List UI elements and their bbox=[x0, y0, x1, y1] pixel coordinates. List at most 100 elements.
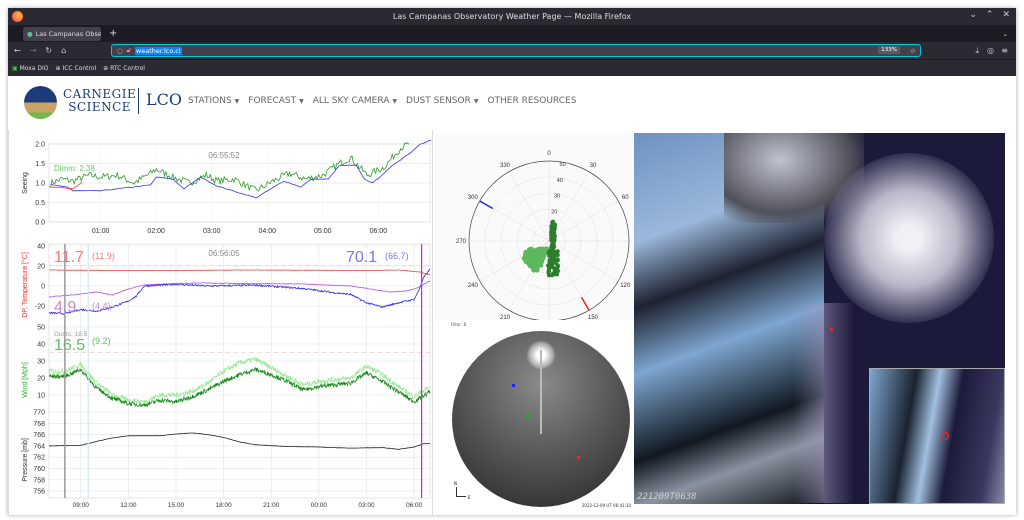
x-tick-label: 18:00 bbox=[215, 502, 232, 509]
zoom-level[interactable]: 133% bbox=[878, 46, 900, 54]
humidity-readout: 70.1 bbox=[346, 249, 377, 266]
rose-point bbox=[535, 268, 540, 273]
rose-point bbox=[556, 263, 560, 267]
blue-marker bbox=[512, 384, 515, 387]
y-tick-label: 1.0 bbox=[35, 181, 45, 188]
bookmark-star-icon[interactable]: ☆ bbox=[910, 47, 916, 55]
favicon-icon: ● bbox=[27, 30, 33, 38]
x-tick-label: 21:00 bbox=[263, 502, 280, 509]
compass-e: E bbox=[468, 495, 471, 500]
url-text[interactable]: weather.lco.cl bbox=[135, 47, 182, 55]
angle-tick-label: 60 bbox=[622, 195, 629, 201]
y-tick-label: 20 bbox=[37, 376, 45, 383]
x-tick-label: 03:00 bbox=[203, 228, 221, 235]
close-button[interactable]: ✕ bbox=[1002, 10, 1010, 20]
rose-point bbox=[533, 258, 538, 263]
angle-tick-label: 30 bbox=[590, 163, 597, 169]
downloads-icon[interactable]: ⤓ bbox=[975, 46, 979, 56]
url-bar[interactable]: ◌ 🔓︎ weather.lco.cl 133% ☆ bbox=[111, 44, 921, 57]
lock-icon: 🔓︎ bbox=[127, 46, 131, 55]
rose-background bbox=[435, 133, 635, 323]
rose-point bbox=[548, 261, 552, 265]
menu-all-sky-camera[interactable]: ALL SKY CAMERA ▼ bbox=[313, 96, 397, 106]
x-tick-label: 06:00 bbox=[406, 502, 423, 509]
compass-n: N bbox=[454, 481, 457, 486]
rose-point bbox=[549, 245, 553, 249]
satellite-timestamp: 221209T0638 bbox=[637, 492, 697, 502]
reload-icon[interactable]: ↻ bbox=[45, 46, 52, 55]
charts-panel: 0.0 0.5 1.0 1.5 2.0 01:00 02:00 03:00 04:00 05:00… bbox=[8, 130, 433, 515]
wind-rose-chart: 030609012015018021024027030033020304050 bbox=[435, 133, 635, 323]
all-sky-image[interactable]: Filter: B N E 2022-12-09 UT 06:41:30 bbox=[438, 320, 633, 505]
satellite-image[interactable]: 221209T0638 bbox=[634, 133, 1005, 504]
filter-label: Filter: B bbox=[451, 322, 466, 327]
bookmark-moxa[interactable]: ▣ Moxa DIO bbox=[12, 65, 49, 72]
rose-point bbox=[556, 269, 560, 273]
pocket-icon[interactable]: ◎ bbox=[987, 46, 994, 55]
red-marker bbox=[577, 456, 580, 459]
y-tick-label: 758 bbox=[33, 477, 45, 484]
new-tab-button[interactable]: + bbox=[109, 28, 117, 39]
rose-point bbox=[531, 254, 536, 259]
y-tick-label: 40 bbox=[37, 342, 45, 349]
menu-icon[interactable]: ≡ bbox=[1001, 46, 1008, 55]
rose-point bbox=[522, 256, 527, 261]
rose-point bbox=[551, 241, 555, 245]
y-tick-label: -20 bbox=[35, 304, 45, 311]
caret-down-icon: ▼ bbox=[392, 98, 397, 105]
rose-point bbox=[527, 247, 532, 252]
x-tick-label: 05:00 bbox=[314, 228, 332, 235]
y-tick-label: 0.0 bbox=[35, 220, 45, 227]
radial-tick-label: 40 bbox=[557, 178, 563, 184]
bookmark-rtc[interactable]: ⊕ RTC Control bbox=[103, 65, 145, 72]
humidity-prev-readout: (66.7) bbox=[385, 251, 409, 261]
firefox-icon bbox=[12, 11, 23, 22]
lco-brand[interactable]: LCO bbox=[146, 90, 182, 109]
bookmarks-bar: ▣ Moxa DIO ⊕ ICC Control ⊕ RTC Control bbox=[8, 59, 1016, 76]
maximize-button[interactable]: ⌃ bbox=[986, 10, 994, 20]
angle-tick-label: 330 bbox=[500, 163, 511, 169]
minimize-button[interactable]: ⌄ bbox=[969, 10, 977, 20]
home-icon[interactable]: ⌂ bbox=[61, 46, 66, 55]
site-header: CARNEGIE SCIENCE LCO STATIONS ▼ FORECAST ▼ … bbox=[8, 76, 1016, 136]
forward-icon[interactable]: → bbox=[30, 46, 37, 55]
bookmark-icc[interactable]: ⊕ ICC Control bbox=[56, 65, 97, 72]
met-timestamp: 06:56:05 bbox=[208, 249, 240, 258]
seeing-axis-label: Seeing bbox=[22, 172, 29, 194]
menu-other-resources[interactable]: OTHER RESOURCES bbox=[487, 96, 576, 106]
temperature-axis-label: DP, Temperature [°C] bbox=[21, 252, 29, 318]
x-tick-label: 09:00 bbox=[73, 502, 90, 509]
wind-axis-label: Wind [Mph] bbox=[22, 362, 29, 397]
y-tick-label: 756 bbox=[33, 489, 45, 496]
menu-dust-sensor[interactable]: DUST SENSOR ▼ bbox=[406, 96, 478, 106]
divider bbox=[138, 88, 139, 114]
rose-point bbox=[550, 224, 554, 228]
list-tabs-icon[interactable]: ⌄ bbox=[1003, 30, 1008, 38]
tab-weather[interactable]: ●Las Campanas Observatory✕ bbox=[23, 27, 101, 41]
y-tick-label: 764 bbox=[33, 443, 45, 450]
y-tick-label: 0 bbox=[41, 284, 45, 291]
menu-forecast[interactable]: FORECAST ▼ bbox=[248, 96, 303, 106]
caret-down-icon: ▼ bbox=[235, 98, 240, 105]
y-tick-label: 2.0 bbox=[35, 142, 45, 149]
y-tick-label: 770 bbox=[33, 410, 45, 417]
y-tick-label: 20 bbox=[37, 264, 45, 271]
carnegie-logo[interactable] bbox=[24, 86, 57, 119]
temperature-prev-readout: (11.9) bbox=[92, 251, 115, 261]
back-icon[interactable]: ← bbox=[14, 46, 21, 55]
rose-point bbox=[537, 258, 542, 263]
y-tick-label: 1.5 bbox=[35, 161, 45, 168]
zoom-inset bbox=[869, 368, 1005, 504]
window-title: Las Campanas Observatory Weather Page — … bbox=[393, 12, 631, 21]
menu-stations[interactable]: STATIONS ▼ bbox=[188, 96, 239, 106]
saturation-streak bbox=[540, 350, 542, 434]
x-tick-label: 01:00 bbox=[92, 228, 110, 235]
allsky-timestamp: 2022-12-09 UT 06:41:30 bbox=[582, 503, 631, 508]
radial-tick-label: 50 bbox=[560, 162, 566, 168]
main-menu: STATIONS ▼ FORECAST ▼ ALL SKY CAMERA ▼ DUST… bbox=[188, 96, 576, 106]
y-tick-label: 766 bbox=[33, 432, 45, 439]
dimm-annotation: Dimm: 2.38 bbox=[54, 164, 95, 173]
rose-point bbox=[547, 271, 551, 275]
x-tick-label: 06:00 bbox=[370, 228, 388, 235]
shield-icon: ◌ bbox=[117, 47, 123, 55]
